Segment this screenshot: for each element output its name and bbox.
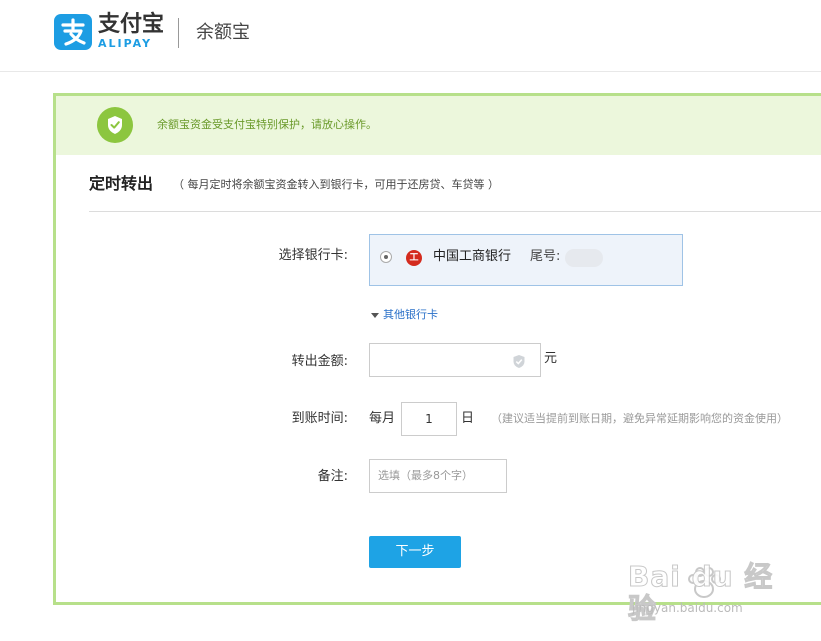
time-label: 到账时间: (291, 411, 348, 426)
amount-label: 转出金额: (291, 354, 348, 369)
each-month-label: 每月 (369, 411, 396, 426)
title-row: 定时转出 （ 每月定时将余额宝资金转入到银行卡，可用于还房贷、车贷等 ） (89, 174, 821, 212)
bank-radio[interactable] (380, 251, 392, 263)
top-header: 支付宝 ALIPAY 余额宝 (0, 0, 821, 72)
bank-label: 选择银行卡: (278, 248, 348, 263)
security-notice: 余额宝资金受支付宝特别保护，请放心操作。 (56, 96, 821, 155)
day-tip: （建议适当提前到账日期，避免异常延期影响您的资金使用） (491, 412, 788, 425)
watermark-main-text: Bai du 经验 (628, 560, 774, 625)
alipay-logo-icon[interactable] (54, 14, 92, 50)
secure-input-shield-icon (513, 355, 525, 368)
amount-input[interactable] (369, 343, 541, 377)
next-step-button[interactable]: 下一步 (369, 536, 461, 568)
remark-input[interactable]: 选填（最多8个字） (369, 459, 507, 493)
logo-text-en: ALIPAY (98, 37, 153, 50)
bank-card-option[interactable]: 工 中国工商银行 尾号: (369, 234, 683, 286)
page-title: 定时转出 (89, 174, 154, 193)
caret-down-icon (371, 312, 379, 318)
card-tail-masked (565, 249, 603, 267)
icbc-bank-icon: 工 (406, 250, 422, 266)
page-title-note: （ 每月定时将余额宝资金转入到银行卡，可用于还房贷、车贷等 ） (173, 178, 499, 191)
day-unit: 日 (461, 411, 475, 426)
product-name[interactable]: 余额宝 (196, 22, 250, 44)
other-bank-link[interactable]: 其他银行卡 (371, 308, 438, 322)
notice-text: 余额宝资金受支付宝特别保护，请放心操作。 (157, 118, 377, 131)
day-input[interactable]: 1 (401, 402, 457, 436)
transfer-panel: 余额宝资金受支付宝特别保护，请放心操作。 定时转出 （ 每月定时将余额宝资金转入… (53, 93, 821, 605)
watermark-url: jingyan.baidu.com (632, 601, 743, 615)
logo-text-cn: 支付宝 (98, 12, 165, 37)
amount-unit: 元 (544, 351, 558, 366)
shield-check-icon (97, 107, 133, 143)
card-tail-label: 尾号: (530, 249, 561, 264)
baidu-jingyan-watermark: Bai du 经验 jingyan.baidu.com (604, 553, 794, 625)
bank-name: 中国工商银行 (433, 249, 512, 264)
remark-label: 备注: (317, 469, 348, 484)
other-bank-label: 其他银行卡 (383, 308, 438, 321)
header-divider (178, 18, 179, 48)
